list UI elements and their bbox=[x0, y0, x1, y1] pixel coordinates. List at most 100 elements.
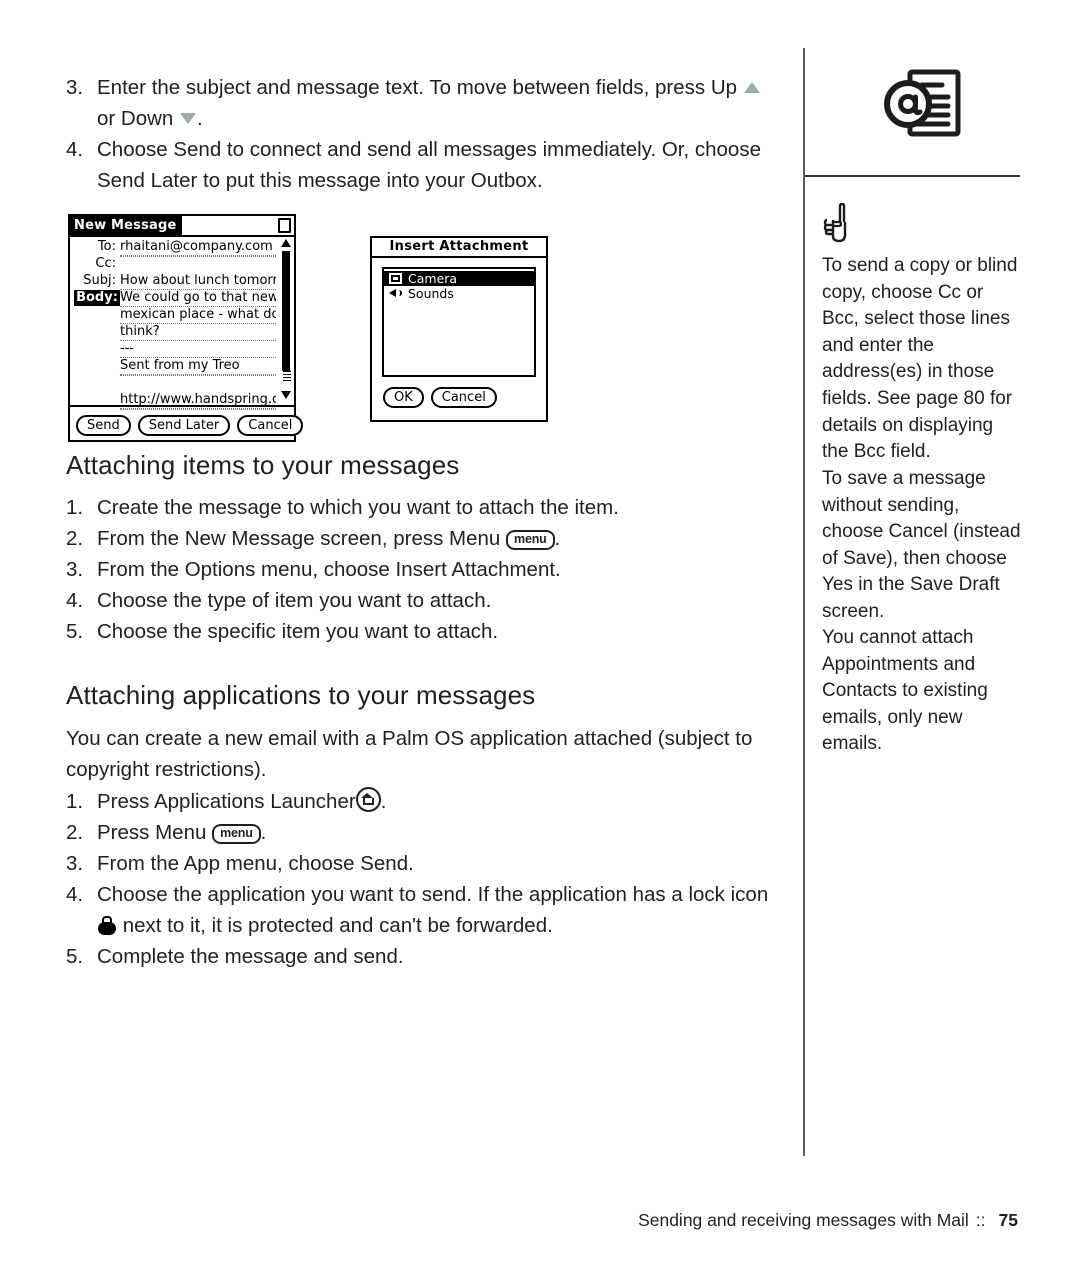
menu-key-icon: menu bbox=[506, 530, 555, 550]
step-number: 3. bbox=[66, 76, 84, 99]
step-item: 3. From the App menu, choose Send. bbox=[66, 848, 790, 879]
field-row-body[interactable]: Body: We could go to that new bbox=[70, 290, 294, 307]
step-text: From the New Message screen, press Menu bbox=[97, 527, 501, 550]
sidebar-note-save-draft: To save a message without sending, choos… bbox=[822, 468, 1021, 622]
new-message-screenshot: New Message To: rhaitani@company.com Cc:… bbox=[68, 214, 304, 442]
step-item: 2. Press Menu menu. bbox=[66, 817, 790, 848]
field-label-body-selected: Body: bbox=[74, 290, 120, 306]
body-line[interactable]: Sent from my Treo bbox=[120, 358, 276, 375]
body-line[interactable]: think? bbox=[120, 324, 276, 341]
list-item-sounds[interactable]: Sounds bbox=[384, 286, 534, 301]
step-item: 4. Choose Send to connect and send all me… bbox=[66, 134, 790, 196]
field-value[interactable]: rhaitani@company.com bbox=[120, 239, 276, 256]
page-footer: Sending and receiving messages with Mail… bbox=[0, 1210, 1018, 1231]
step-text-end: . bbox=[554, 527, 561, 550]
field-label: To: bbox=[97, 239, 116, 254]
step-item: 2. From the New Message screen, press Men… bbox=[66, 523, 790, 554]
step-text-end: . bbox=[260, 821, 267, 844]
vertical-divider bbox=[803, 48, 805, 1156]
body-row[interactable] bbox=[70, 409, 294, 426]
battery-indicator-icon bbox=[278, 218, 291, 233]
field-row-to[interactable]: To: rhaitani@company.com bbox=[70, 239, 294, 256]
list-item-camera[interactable]: Camera bbox=[384, 271, 534, 286]
body-line[interactable]: We could go to that new bbox=[120, 290, 276, 307]
step-number: 3. bbox=[66, 852, 84, 875]
lock-icon bbox=[97, 916, 117, 935]
scroll-down-arrow-icon[interactable] bbox=[281, 391, 291, 399]
body-row[interactable]: --- bbox=[70, 341, 294, 358]
field-value[interactable] bbox=[120, 256, 276, 257]
body-row[interactable]: mexican place - what do u bbox=[70, 307, 294, 324]
step-number: 4. bbox=[66, 589, 84, 612]
body-row[interactable] bbox=[70, 375, 294, 392]
step-number: 4. bbox=[66, 883, 84, 906]
footer-separator: :: bbox=[975, 1210, 986, 1230]
page-number: 75 bbox=[998, 1210, 1018, 1230]
field-row-subject[interactable]: Subj: How about lunch tomorrow? bbox=[70, 273, 294, 290]
menu-key-icon: menu bbox=[212, 824, 261, 844]
step-text: Choose Send to connect and send all mess… bbox=[97, 138, 761, 192]
step-item: 3. From the Options menu, choose Insert A… bbox=[66, 554, 790, 585]
field-row-cc[interactable]: Cc: bbox=[70, 256, 294, 273]
step-item: 3. Enter the subject and message text. To… bbox=[66, 72, 790, 134]
body-row[interactable]: think? bbox=[70, 324, 294, 341]
body-line[interactable]: mexican place - what do u bbox=[120, 307, 276, 324]
list-item-label: Camera bbox=[408, 271, 458, 286]
attachment-type-list[interactable]: Camera Sounds bbox=[382, 267, 536, 377]
footer-chapter-title: Sending and receiving messages with Mail bbox=[638, 1210, 969, 1230]
step-text: Press Menu bbox=[97, 821, 207, 844]
section-2-intro: You can create a new email with a Palm O… bbox=[66, 727, 753, 781]
attaching-items-steps: 1. Create the message to which you want t… bbox=[66, 492, 790, 647]
body-line-empty[interactable] bbox=[120, 409, 276, 410]
top-steps-list: 3. Enter the subject and message text. To… bbox=[66, 72, 790, 196]
new-message-form: To: rhaitani@company.com Cc: Subj: How a… bbox=[70, 237, 294, 410]
scroll-up-arrow-icon[interactable] bbox=[281, 239, 291, 247]
step-number: 2. bbox=[66, 527, 84, 550]
camera-icon bbox=[389, 273, 402, 284]
step-text: Choose the type of item you want to atta… bbox=[97, 589, 492, 612]
body-line[interactable]: --- bbox=[120, 341, 276, 358]
insert-attachment-title: Insert Attachment bbox=[372, 238, 546, 258]
step-text: Create the message to which you want to … bbox=[97, 496, 619, 519]
home-key-icon bbox=[355, 787, 381, 812]
sidebar-note-cc-bcc: To send a copy or blind copy, choose Cc … bbox=[822, 255, 1018, 463]
up-arrow-icon bbox=[743, 82, 760, 93]
step-text: Press Applications Launcher bbox=[97, 790, 356, 813]
horizontal-divider bbox=[805, 175, 1020, 177]
body-line[interactable]: http://www.handspring.com bbox=[120, 392, 276, 409]
new-message-title: New Message bbox=[70, 216, 182, 235]
body-line[interactable] bbox=[120, 375, 276, 376]
step-number: 1. bbox=[66, 496, 84, 519]
field-value[interactable]: How about lunch tomorrow? bbox=[120, 273, 276, 290]
email-document-icon bbox=[882, 68, 964, 140]
step-item: 5. Complete the message and send. bbox=[66, 941, 790, 972]
step-number: 2. bbox=[66, 821, 84, 844]
step-text: From the Options menu, choose Insert Att… bbox=[97, 558, 561, 581]
step-text: From the App menu, choose Send. bbox=[97, 852, 414, 875]
step-item: 5. Choose the specific item you want to a… bbox=[66, 616, 790, 647]
step-number: 5. bbox=[66, 620, 84, 643]
step-number: 1. bbox=[66, 790, 84, 813]
step-text: Enter the subject and message text. To m… bbox=[97, 76, 738, 99]
step-text: Choose the application you want to send.… bbox=[97, 883, 769, 906]
step-item: 4. Choose the application you want to sen… bbox=[66, 879, 790, 941]
section-heading-attaching-applications: Attaching applications to your messages bbox=[66, 680, 536, 710]
step-text: Choose the specific item you want to att… bbox=[97, 620, 499, 643]
step-text: Complete the message and send. bbox=[97, 945, 404, 968]
resize-handle[interactable] bbox=[283, 369, 291, 383]
pointing-hand-icon bbox=[820, 202, 856, 243]
body-row[interactable]: Sent from my Treo bbox=[70, 358, 294, 375]
step-text-end: . bbox=[380, 790, 387, 813]
step-item: 4. Choose the type of item you want to at… bbox=[66, 585, 790, 616]
main-content-column: 3. Enter the subject and message text. To… bbox=[66, 72, 790, 972]
cancel-button[interactable]: Cancel bbox=[430, 387, 497, 408]
ok-button[interactable]: OK bbox=[383, 387, 424, 408]
sidebar-note-cannot-attach: You cannot attach Appointments and Conta… bbox=[822, 627, 988, 755]
step-number: 5. bbox=[66, 945, 84, 968]
body-row[interactable]: http://www.handspring.com bbox=[70, 392, 294, 409]
step-text-end: . bbox=[197, 107, 203, 130]
step-item: 1. Press Applications Launcher. bbox=[66, 786, 790, 817]
step-text-end: next to it, it is protected and can't be… bbox=[122, 914, 553, 937]
scrollbar-track[interactable] bbox=[282, 251, 290, 371]
step-number: 3. bbox=[66, 558, 84, 581]
